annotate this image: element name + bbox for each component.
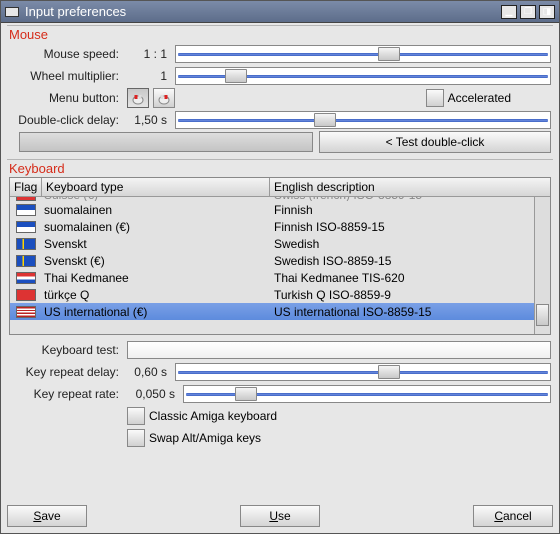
slider-thumb[interactable]	[235, 387, 257, 401]
keyboard-legend: Keyboard	[9, 161, 551, 176]
use-button[interactable]: Use	[240, 505, 320, 527]
cell-type: suomalainen	[42, 203, 270, 217]
mouse-speed-value: 1 : 1	[127, 47, 171, 61]
table-row[interactable]: suomalainen (€)Finnish ISO-8859-15	[10, 218, 534, 235]
keyboard-test-label: Keyboard test:	[9, 343, 123, 357]
accelerated-checkbox[interactable]	[426, 89, 444, 107]
key-repeat-delay-slider[interactable]	[175, 363, 551, 381]
key-repeat-delay-value: 0,60 s	[127, 365, 171, 379]
cell-desc: Swiss (french) ISO-8859-15	[270, 197, 534, 201]
cell-type: Svenskt (€)	[42, 254, 270, 268]
flag-icon	[16, 197, 36, 201]
wheel-multiplier-value: 1	[127, 69, 171, 83]
accelerated-label: Accelerated	[448, 91, 511, 105]
menu-button-label: Menu button:	[9, 91, 123, 105]
wheel-multiplier-slider[interactable]	[175, 67, 551, 85]
zoom-icon[interactable]: ❐	[520, 5, 536, 19]
table-body[interactable]: Suisse (€)Swiss (french) ISO-8859-15suom…	[10, 197, 534, 334]
swap-alt-amiga-label: Swap Alt/Amiga keys	[149, 431, 261, 445]
mouse-speed-slider[interactable]	[175, 45, 551, 63]
cell-desc: Finnish	[270, 203, 534, 217]
double-click-progress	[19, 132, 313, 152]
table-row[interactable]: SvensktSwedish	[10, 235, 534, 252]
flag-icon	[16, 255, 36, 267]
iconify-icon[interactable]: ▁	[501, 5, 517, 19]
flag-icon	[16, 204, 36, 216]
header-flag[interactable]: Flag	[10, 178, 42, 196]
cell-desc: Swedish	[270, 237, 534, 251]
cell-desc: Thai Kedmanee TIS-620	[270, 271, 534, 285]
menu-button-left[interactable]	[127, 88, 149, 108]
table-row[interactable]: US international (€)US international ISO…	[10, 303, 534, 320]
cell-type: Suisse (€)	[42, 197, 270, 201]
depth-icon[interactable]: ◨	[539, 5, 555, 19]
cell-desc: Turkish Q ISO-8859-9	[270, 288, 534, 302]
cell-type: suomalainen (€)	[42, 220, 270, 234]
cell-desc: Finnish ISO-8859-15	[270, 220, 534, 234]
keyboard-test-input[interactable]	[127, 341, 551, 359]
table-row[interactable]: Svenskt (€)Swedish ISO-8859-15	[10, 252, 534, 269]
window-title: Input preferences	[25, 4, 501, 19]
mouse-group: Mouse Mouse speed: 1 : 1 Wheel multiplie…	[7, 25, 553, 157]
flag-icon	[16, 289, 36, 301]
flag-icon	[16, 306, 36, 318]
window: Input preferences ▁ ❐ ◨ Mouse Mouse spee…	[0, 0, 560, 534]
key-repeat-delay-label: Key repeat delay:	[9, 365, 123, 379]
cancel-button[interactable]: Cancel	[473, 505, 553, 527]
slider-thumb[interactable]	[225, 69, 247, 83]
table-row[interactable]: Thai KedmaneeThai Kedmanee TIS-620	[10, 269, 534, 286]
slider-thumb[interactable]	[378, 47, 400, 61]
key-repeat-rate-value: 0,050 s	[127, 387, 179, 401]
cell-desc: Swedish ISO-8859-15	[270, 254, 534, 268]
swap-alt-amiga-checkbox[interactable]	[127, 429, 145, 447]
system-menu-icon[interactable]	[5, 7, 19, 17]
cell-type: türkçe Q	[42, 288, 270, 302]
header-type[interactable]: Keyboard type	[42, 178, 270, 196]
classic-amiga-label: Classic Amiga keyboard	[149, 409, 277, 423]
flag-icon	[16, 238, 36, 250]
classic-amiga-checkbox[interactable]	[127, 407, 145, 425]
flag-icon	[16, 221, 36, 233]
table-row[interactable]: türkçe QTurkish Q ISO-8859-9	[10, 286, 534, 303]
mouse-legend: Mouse	[9, 27, 50, 42]
slider-thumb[interactable]	[314, 113, 336, 127]
double-click-delay-slider[interactable]	[175, 111, 551, 129]
table-row[interactable]: Suisse (€)Swiss (french) ISO-8859-15	[10, 197, 534, 201]
keyboard-table: Flag Keyboard type English description S…	[9, 177, 551, 335]
keyboard-group: Keyboard Flag Keyboard type English desc…	[7, 159, 553, 497]
key-repeat-rate-label: Key repeat rate:	[9, 387, 123, 401]
menu-button-right[interactable]	[153, 88, 175, 108]
save-button[interactable]: Save	[7, 505, 87, 527]
scrollbar-thumb[interactable]	[536, 304, 549, 326]
cell-type: Thai Kedmanee	[42, 271, 270, 285]
cell-type: US international (€)	[42, 305, 270, 319]
titlebar[interactable]: Input preferences ▁ ❐ ◨	[1, 1, 559, 23]
mouse-speed-label: Mouse speed:	[9, 47, 123, 61]
header-desc[interactable]: English description	[270, 178, 550, 196]
table-header: Flag Keyboard type English description	[10, 178, 550, 197]
key-repeat-rate-slider[interactable]	[183, 385, 551, 403]
double-click-delay-label: Double-click delay:	[9, 113, 123, 127]
flag-icon	[16, 272, 36, 284]
cell-desc: US international ISO-8859-15	[270, 305, 534, 319]
slider-thumb[interactable]	[378, 365, 400, 379]
cell-type: Svenskt	[42, 237, 270, 251]
wheel-multiplier-label: Wheel multiplier:	[9, 69, 123, 83]
button-bar: Save Use Cancel	[7, 499, 553, 527]
double-click-delay-value: 1,50 s	[127, 113, 171, 127]
content: Mouse Mouse speed: 1 : 1 Wheel multiplie…	[1, 23, 559, 533]
table-row[interactable]: suomalainenFinnish	[10, 201, 534, 218]
test-double-click-button[interactable]: < Test double-click	[319, 131, 551, 153]
scrollbar[interactable]	[534, 197, 550, 334]
